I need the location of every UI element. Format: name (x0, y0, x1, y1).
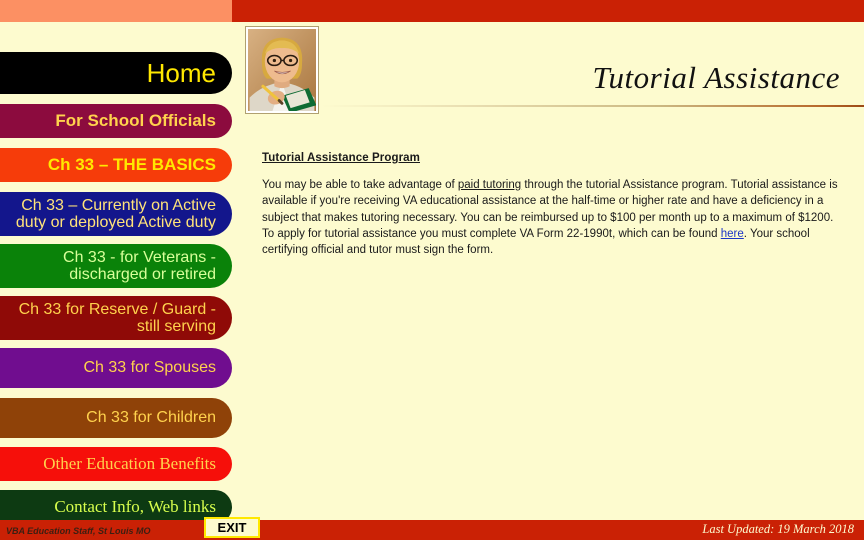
sidebar-item-ch33-veterans[interactable]: Ch 33 - for Veterans - discharged or ret… (0, 244, 232, 288)
footer-credit: VBA Education Staff, St Louis MO (6, 526, 151, 536)
sidebar-item-label: Ch 33 – THE BASICS (47, 154, 216, 174)
sidebar-item-label: Ch 33 - for Veterans - discharged or ret… (63, 248, 216, 283)
exit-button[interactable]: EXIT (204, 517, 260, 538)
here-link[interactable]: here (721, 228, 744, 240)
sidebar-item-label: Ch 33 – Currently on Active duty or depl… (15, 196, 216, 231)
sidebar-item-label: Contact Info, Web links (54, 496, 216, 516)
last-updated-label: Last Updated: 19 March 2018 (702, 522, 854, 536)
page-title: Tutorial Assistance (592, 60, 840, 95)
sidebar-item-for-school-officials[interactable]: For School Officials (0, 104, 232, 138)
sidebar-item-ch33-children[interactable]: Ch 33 for Children (0, 398, 232, 438)
sidebar-item-label: Ch 33 for Reserve / Guard - still servin… (18, 300, 216, 335)
sidebar-nav: Home For School Officials Ch 33 – THE BA… (0, 52, 232, 524)
sidebar-item-label: Other Education Benefits (43, 453, 216, 473)
main-content: Tutorial Assistance Program You may be a… (262, 152, 842, 259)
sidebar-item-ch33-active-duty[interactable]: Ch 33 – Currently on Active duty or depl… (0, 192, 232, 236)
sidebar-item-label: Home (146, 57, 216, 88)
sidebar-item-label: Ch 33 for Spouses (83, 359, 216, 377)
sidebar-item-other-education-benefits[interactable]: Other Education Benefits (0, 447, 232, 481)
sidebar-item-contact-info-web-links[interactable]: Contact Info, Web links (0, 490, 232, 524)
woman-with-clipboard-photo (245, 26, 319, 114)
header-bar-right (232, 0, 864, 22)
content-heading: Tutorial Assistance Program (262, 152, 420, 164)
sidebar-item-ch33-reserve-guard[interactable]: Ch 33 for Reserve / Guard - still servin… (0, 296, 232, 340)
sidebar-item-ch33-the-basics[interactable]: Ch 33 – THE BASICS (0, 148, 232, 182)
paragraph-segment-1: You may be able to take advantage of (262, 179, 458, 191)
sidebar-item-ch33-spouses[interactable]: Ch 33 for Spouses (0, 348, 232, 388)
sidebar-item-home[interactable]: Home (0, 52, 232, 94)
sidebar-item-label: For School Officials (55, 110, 216, 130)
sidebar-item-label: Ch 33 for Children (86, 409, 216, 427)
title-divider (322, 105, 864, 107)
paid-tutoring-link[interactable]: paid tutoring (458, 179, 521, 191)
content-paragraph: You may be able to take advantage of pai… (262, 177, 842, 259)
header-bar-left (0, 0, 232, 22)
